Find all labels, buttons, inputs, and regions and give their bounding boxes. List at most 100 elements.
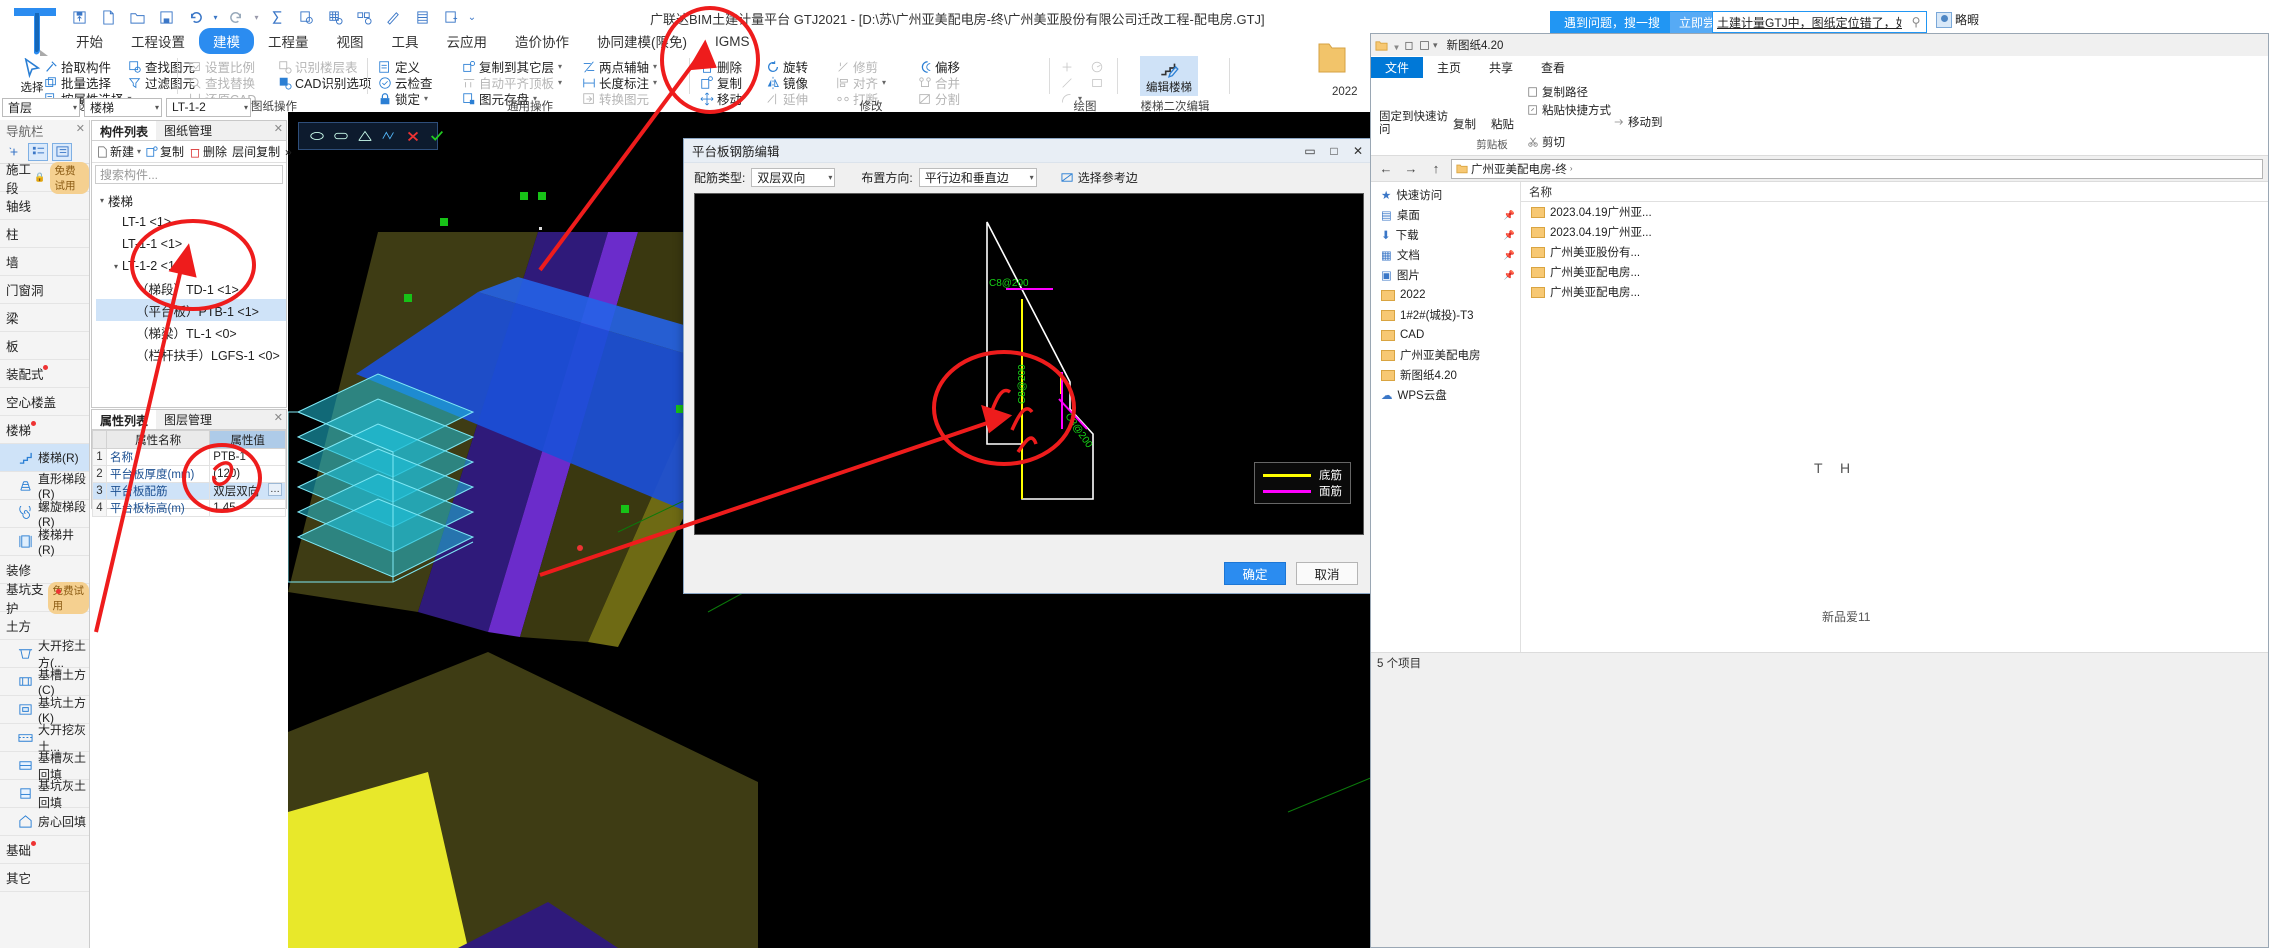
select-ref-edge-button[interactable]: 选择参考边 bbox=[1061, 169, 1138, 186]
sidebar-item-2[interactable]: 柱 bbox=[0, 220, 89, 248]
detail-view-icon[interactable] bbox=[52, 142, 72, 161]
sidebar-item-15[interactable]: 基坑支护 免费试用 bbox=[0, 581, 89, 616]
file-list-item[interactable]: 广州美亚股份有... bbox=[1521, 242, 2268, 262]
explorer-sidebar-item[interactable]: ☁ WPS云盘 bbox=[1371, 385, 1520, 405]
breadcrumb[interactable]: 广州亚美配电房-终 › bbox=[1451, 158, 2263, 179]
auto-align-top-button[interactable]: 自动平齐顶板 ▾ bbox=[458, 75, 566, 91]
move-to-button[interactable]: 移动到 bbox=[1613, 114, 1663, 130]
tab-property-list[interactable]: 属性列表 bbox=[92, 410, 157, 429]
perspective-icon[interactable] bbox=[357, 126, 373, 146]
sidebar-item-1[interactable]: 轴线 bbox=[0, 192, 89, 220]
close-icon[interactable]: ✕ bbox=[274, 411, 283, 424]
property-value-cell[interactable]: PTB-1 bbox=[209, 448, 286, 466]
explorer-sidebar-item[interactable]: ★ 快速访问 bbox=[1371, 185, 1520, 205]
free-trial-badge[interactable]: 免费试用 bbox=[49, 161, 89, 194]
menu-tab-quantity[interactable]: 工程量 bbox=[254, 28, 323, 54]
undo-icon[interactable] bbox=[182, 4, 208, 30]
component-search-input[interactable]: 搜索构件... bbox=[95, 165, 283, 184]
menu-tab-igms[interactable]: IGMS bbox=[701, 31, 764, 52]
compare-icon[interactable] bbox=[351, 4, 377, 30]
sidebar-item-6[interactable]: 板 bbox=[0, 332, 89, 360]
help-search-input[interactable] bbox=[1713, 12, 1906, 32]
file-list-item[interactable]: 广州美亚配电房... bbox=[1521, 282, 2268, 302]
close-icon[interactable]: ✕ bbox=[76, 122, 85, 135]
tree-node[interactable]: （梯梁）TL-1 <0> bbox=[96, 321, 286, 343]
trim-button[interactable]: 修剪 bbox=[832, 59, 890, 75]
table-row[interactable]: 3 平台板配筋 双层双向… bbox=[92, 482, 286, 500]
pin-icon[interactable]: 📌 bbox=[1504, 210, 1515, 221]
chevron-down-icon[interactable]: ▾ bbox=[149, 103, 159, 112]
chevron-down-icon[interactable]: ▾ bbox=[1024, 173, 1034, 182]
menu-tab-tools[interactable]: 工具 bbox=[378, 28, 433, 54]
user-account-chip[interactable]: 略暇 bbox=[1936, 11, 1979, 28]
tree-node[interactable]: （平台板）PTB-1 <1> bbox=[96, 299, 286, 321]
sidebar-item-5[interactable]: 梁 bbox=[0, 304, 89, 332]
explorer-sidebar-item[interactable]: CAD bbox=[1371, 325, 1520, 345]
file-column-header[interactable]: 名称 bbox=[1521, 182, 2268, 202]
new-component-button[interactable]: 新建 ▾ bbox=[96, 143, 141, 160]
sidebar-item-13[interactable]: 楼梯井(R) bbox=[0, 528, 89, 557]
more-icon[interactable]: » bbox=[285, 145, 292, 159]
property-value-cell[interactable]: 1.45 bbox=[209, 499, 286, 517]
table-row[interactable]: 2 平台板厚度(mm) (120) bbox=[92, 465, 286, 483]
cad-option-button[interactable]: CAD识别选项 bbox=[274, 75, 375, 91]
menu-tab-modeling[interactable]: 建模 bbox=[199, 28, 254, 54]
property-value-cell[interactable]: (120) bbox=[209, 465, 286, 483]
category-select[interactable]: 楼梯 ▾ bbox=[84, 97, 162, 117]
table-row[interactable]: 4 平台板标高(m) 1.45 bbox=[92, 499, 286, 517]
file-list-item[interactable]: 2023.04.19广州亚... bbox=[1521, 202, 2268, 222]
free-trial-badge[interactable]: 免费试用 bbox=[47, 581, 89, 614]
mirror-button[interactable]: 镜像 bbox=[762, 75, 812, 91]
align-button[interactable]: 对齐 ▾ bbox=[832, 75, 890, 91]
cancel-button[interactable]: 取消 bbox=[1296, 561, 1358, 585]
undo-caret-icon[interactable]: ▾ bbox=[211, 4, 220, 30]
file-list-item[interactable]: 2023.04.19广州亚... bbox=[1521, 222, 2268, 242]
grid-icon[interactable] bbox=[322, 4, 348, 30]
tab-file[interactable]: 文件 bbox=[1371, 57, 1424, 78]
section-icon[interactable] bbox=[381, 126, 397, 146]
find-replace-button[interactable]: 查找替换 bbox=[184, 75, 260, 91]
rebar-type-select[interactable]: 双层双向 ▾ bbox=[751, 167, 836, 187]
film-icon[interactable] bbox=[409, 4, 435, 30]
recognize-floor-table-button[interactable]: 识别楼层表 bbox=[274, 59, 375, 75]
copy-to-layer-button[interactable]: 复制到其它层 ▾ bbox=[458, 59, 566, 75]
chevron-down-icon[interactable]: ▾ bbox=[882, 78, 886, 87]
delete-button[interactable]: 删除 bbox=[696, 59, 746, 75]
search-icon[interactable]: ⚲ bbox=[1906, 15, 1926, 29]
more-icon[interactable]: ⌄ bbox=[467, 4, 477, 30]
paste-icon[interactable] bbox=[1419, 40, 1430, 51]
batch-select-button[interactable]: 批量选择 bbox=[40, 75, 136, 91]
offset-button[interactable]: 偏移 bbox=[914, 59, 964, 75]
back-icon[interactable]: ← bbox=[1376, 159, 1396, 179]
sidebar-item-25[interactable]: 其它 bbox=[0, 864, 89, 892]
edit-stair-button[interactable]: 编辑楼梯 bbox=[1140, 56, 1198, 96]
length-dim-button[interactable]: 长度标注 ▾ bbox=[578, 75, 661, 91]
menu-tab-project-settings[interactable]: 工程设置 bbox=[117, 28, 199, 54]
pin-icon[interactable]: 📌 bbox=[1504, 250, 1515, 261]
sidebar-item-3[interactable]: 墙 bbox=[0, 248, 89, 276]
sidebar-item-10[interactable]: 楼梯(R) bbox=[0, 444, 89, 472]
component-select[interactable]: LT-1-2 ▾ bbox=[166, 97, 251, 117]
tree-node[interactable]: （梯段）TD-1 <1> bbox=[96, 277, 286, 299]
cancel-icon[interactable] bbox=[405, 126, 421, 146]
tab-drawing-manage[interactable]: 图纸管理 bbox=[156, 121, 220, 140]
pin-icon[interactable]: 📌 bbox=[1504, 270, 1515, 281]
sidebar-item-11[interactable]: 直形梯段(R) bbox=[0, 472, 89, 501]
copy-component-button[interactable]: 复制 bbox=[146, 143, 184, 160]
chevron-down-icon[interactable]: ▾ bbox=[558, 78, 562, 87]
sidebar-item-22[interactable]: 基坑灰土回填 bbox=[0, 779, 89, 810]
ellipsis-button[interactable]: … bbox=[268, 483, 282, 496]
merge-button[interactable]: 合并 bbox=[914, 75, 964, 91]
sidebar-item-4[interactable]: 门窗洞 bbox=[0, 276, 89, 304]
menu-tab-collab-modeling[interactable]: 协同建模(限免) bbox=[583, 28, 701, 54]
pin-icon[interactable] bbox=[1391, 40, 1402, 51]
ok-button[interactable]: 确定 bbox=[1224, 561, 1286, 585]
close-icon[interactable]: ✕ bbox=[274, 122, 283, 135]
pin-icon[interactable]: 📌 bbox=[1504, 230, 1515, 241]
menu-tab-start[interactable]: 开始 bbox=[62, 28, 117, 54]
two-point-axis-button[interactable]: 两点辅轴 ▾ bbox=[578, 59, 661, 75]
sidebar-item-0[interactable]: 施工段 🔒 免费试用 bbox=[0, 161, 89, 196]
tree-node[interactable]: （栏杆扶手）LGFS-1 <0> bbox=[96, 343, 286, 365]
tree-node[interactable]: ▾ 楼梯 bbox=[96, 189, 286, 211]
pan-view-icon[interactable] bbox=[333, 126, 349, 146]
